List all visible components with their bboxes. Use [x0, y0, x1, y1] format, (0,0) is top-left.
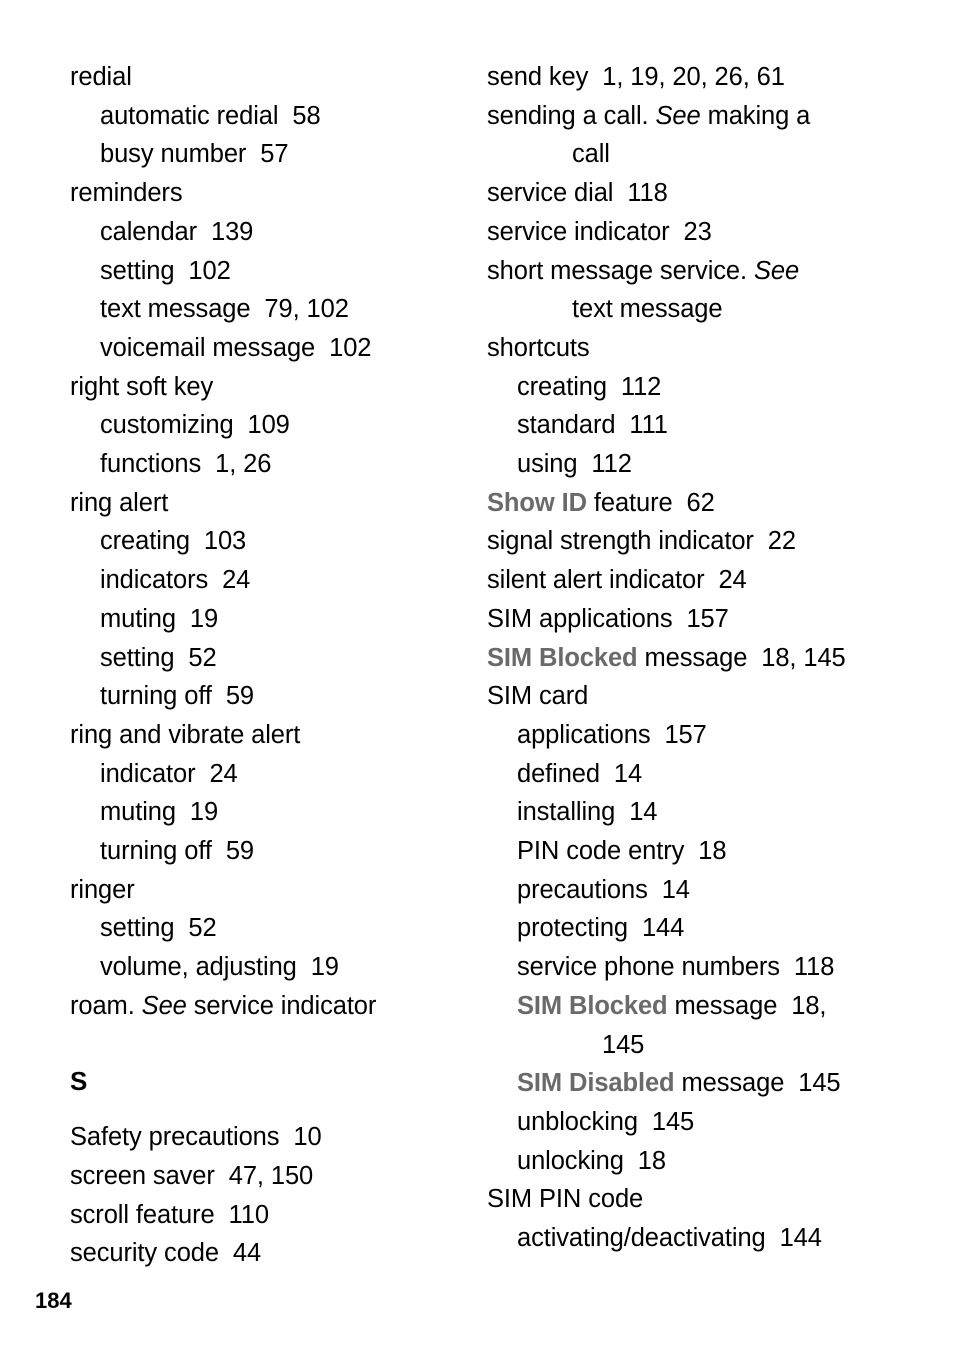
index-entry: muting 19	[100, 604, 219, 633]
index-entry: turning off 59	[100, 682, 254, 711]
index-entry: activating/deactivating 144	[517, 1224, 822, 1253]
index-entry-list-right: send key 1, 19, 20, 26, 61 sending a call…	[487, 58, 887, 1258]
index-entry: right soft key	[70, 372, 214, 401]
index-entry: reminders	[70, 179, 183, 208]
index-entry: automatic redial 58	[100, 101, 321, 130]
entry-text: sending a call.	[487, 101, 656, 130]
index-entry: functions 1, 26	[100, 450, 272, 479]
index-entry: Show ID feature 62	[487, 484, 887, 523]
index-entry: text message	[572, 295, 723, 324]
index-entry: service indicator 23	[487, 217, 712, 246]
index-entry: SIM card	[487, 682, 589, 711]
entry-text: roam.	[70, 991, 142, 1020]
index-column-left: redial automatic redial 58 busy number 57 r…	[70, 58, 470, 1273]
index-entry: screen saver 47, 150	[70, 1161, 314, 1190]
index-entry: volume, adjusting 19	[100, 953, 339, 982]
index-entry: voicemail message 102	[100, 333, 372, 362]
index-entry: security code 44	[70, 1239, 262, 1268]
index-entry: standard 111	[517, 411, 668, 440]
index-entry: scroll feature 110	[70, 1200, 269, 1229]
index-column-right: send key 1, 19, 20, 26, 61 sending a call…	[487, 58, 887, 1258]
heading-spacer-before	[70, 1026, 470, 1062]
index-entry: redial	[70, 63, 132, 91]
ui-term-label: SIM Blocked	[517, 991, 668, 1020]
index-entry: customizing 109	[100, 411, 290, 440]
index-entry: Safety precautions 10	[70, 1123, 322, 1152]
index-entry: unlocking 18	[517, 1146, 666, 1175]
entry-text: message 18,	[667, 991, 827, 1020]
index-entry: ring alert	[70, 488, 169, 517]
index-entry: defined 14	[517, 759, 643, 788]
see-reference: See	[655, 101, 701, 130]
entry-text: making a	[700, 101, 811, 130]
entry-text: service indicator	[186, 991, 377, 1020]
index-entry: send key 1, 19, 20, 26, 61	[487, 63, 785, 91]
entry-text: message 145	[674, 1069, 841, 1098]
index-entry: silent alert indicator 24	[487, 566, 747, 595]
index-entry: installing 14	[517, 798, 658, 827]
index-entry: using 112	[517, 450, 632, 479]
page-number: 184	[35, 1288, 72, 1313]
index-entry: short message service. See	[487, 252, 887, 291]
index-entry: creating 112	[517, 372, 662, 401]
ui-term-label: SIM Blocked	[487, 643, 638, 672]
index-entry: SIM Disabled message 145	[487, 1064, 887, 1103]
index-entry: service phone numbers 118	[517, 953, 835, 982]
index-entry-list-left-after-heading: Safety precautions 10 screen saver 47, 15…	[70, 1118, 470, 1273]
ui-term-label: Show ID	[487, 488, 587, 517]
index-entry: 145	[602, 1030, 645, 1059]
index-entry: setting 102	[100, 256, 231, 285]
index-entry: roam. See service indicator	[70, 987, 470, 1026]
see-reference: See	[141, 991, 187, 1020]
index-entry: ringer	[70, 875, 135, 904]
index-page: redial automatic redial 58 busy number 57 r…	[0, 0, 954, 1345]
ui-term-label: SIM Disabled	[517, 1069, 675, 1098]
index-entry: PIN code entry 18	[517, 837, 727, 866]
section-heading-s: S	[70, 1065, 88, 1096]
heading-spacer-after	[70, 1100, 470, 1118]
see-reference: See	[753, 256, 800, 285]
index-entry: text message 79, 102	[100, 295, 349, 324]
index-entry: call	[572, 140, 610, 169]
index-entry: setting 52	[100, 643, 217, 672]
index-entry-list-left: redial automatic redial 58 busy number 57 r…	[70, 58, 470, 1026]
index-entry: busy number 57	[100, 140, 289, 169]
index-entry: indicator 24	[100, 759, 238, 788]
index-entry: applications 157	[517, 720, 707, 749]
index-entry: setting 52	[100, 914, 217, 943]
entry-text: short message service.	[487, 256, 754, 285]
index-entry: unblocking 145	[517, 1107, 695, 1136]
index-entry: creating 103	[100, 527, 247, 556]
index-entry: precautions 14	[517, 875, 690, 904]
entry-text: feature 62	[586, 488, 715, 517]
index-entry: SIM PIN code	[487, 1185, 644, 1214]
index-entry: service dial 118	[487, 179, 668, 208]
index-entry: SIM Blocked message 18, 145	[487, 639, 887, 678]
index-entry: signal strength indicator 22	[487, 527, 796, 556]
index-entry: SIM applications 157	[487, 604, 729, 633]
index-entry: protecting 144	[517, 914, 685, 943]
index-entry: muting 19	[100, 798, 219, 827]
entry-text: message 18, 145	[637, 643, 846, 672]
index-entry: ring and vibrate alert	[70, 720, 301, 749]
index-entry: calendar 139	[100, 217, 254, 246]
index-entry: shortcuts	[487, 333, 590, 362]
index-entry: sending a call. See making a	[487, 97, 887, 136]
index-entry: SIM Blocked message 18,	[487, 987, 887, 1026]
index-entry: turning off 59	[100, 837, 254, 866]
index-entry: indicators 24	[100, 566, 251, 595]
